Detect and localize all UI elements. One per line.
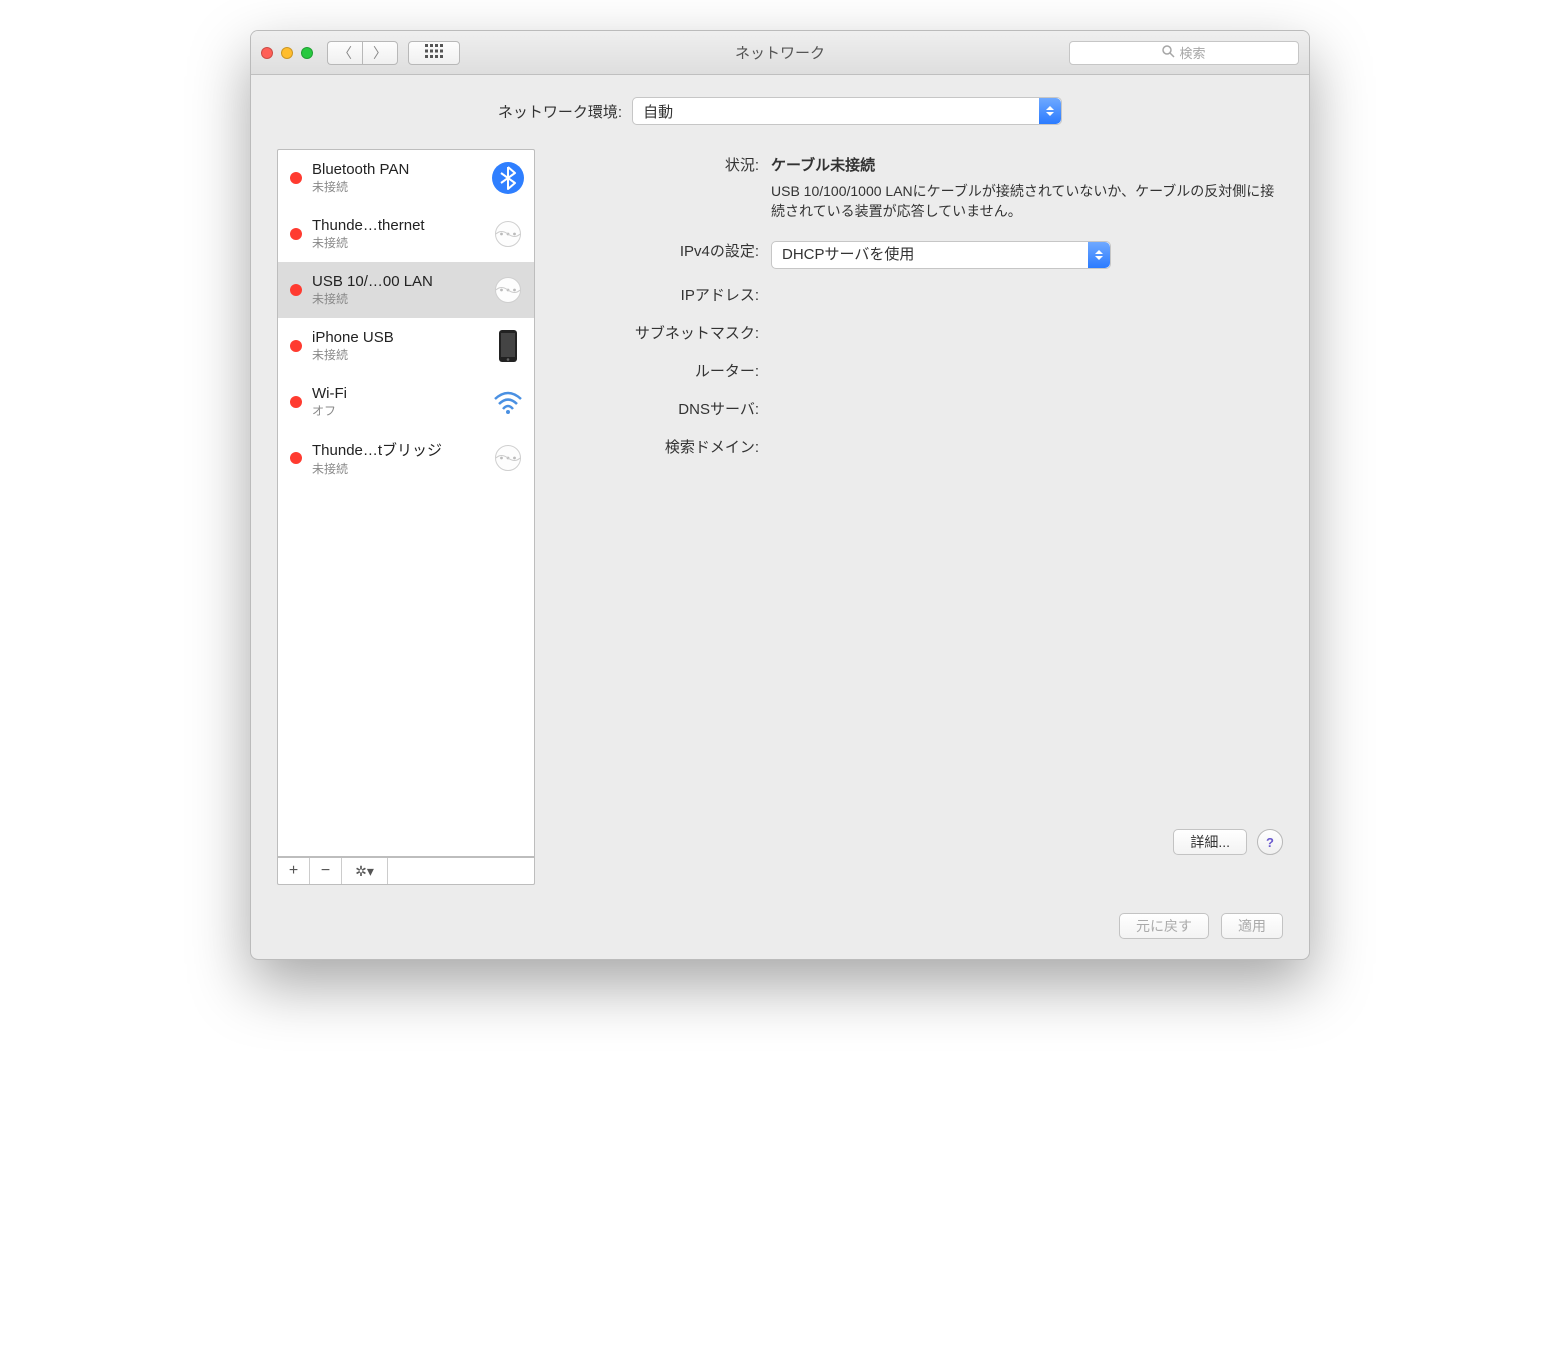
- sidebar-item-thunderbolt-ethernet[interactable]: Thunde…thernet 未接続: [278, 206, 534, 262]
- ip-address-row: IPアドレス:: [559, 285, 1283, 307]
- sidebar-item-usb-lan[interactable]: USB 10/…00 LAN 未接続: [278, 262, 534, 318]
- ipv4-label: IPv4の設定:: [559, 241, 759, 269]
- close-window-button[interactable]: [261, 47, 273, 59]
- ethernet-icon: [490, 272, 526, 308]
- sidebar-item-status: 未接続: [312, 178, 490, 195]
- sidebar-item-iphone-usb[interactable]: iPhone USB 未接続: [278, 318, 534, 374]
- search-input[interactable]: 検索: [1069, 41, 1299, 65]
- sidebar-item-status: 未接続: [312, 234, 490, 251]
- network-prefs-window: 〈 〉 ネットワーク 検索 ネットワーク環境: 自動: [250, 30, 1310, 960]
- advanced-button[interactable]: 詳細...: [1173, 829, 1247, 855]
- add-interface-button[interactable]: +: [278, 858, 310, 884]
- router-row: ルーター:: [559, 361, 1283, 383]
- plus-icon: +: [289, 862, 298, 880]
- location-label: ネットワーク環境:: [498, 101, 622, 122]
- router-label: ルーター:: [559, 361, 759, 383]
- ethernet-icon: [490, 216, 526, 252]
- sidebar-item-label: Thunde…thernet: [312, 217, 490, 234]
- router-value: [771, 361, 1283, 383]
- dns-label: DNSサーバ:: [559, 399, 759, 421]
- status-label: 状況:: [559, 155, 759, 221]
- action-menu-button[interactable]: ✲▾: [342, 858, 388, 884]
- chevron-left-icon: 〈: [338, 43, 352, 63]
- gear-icon: ✲▾: [355, 863, 374, 880]
- wifi-icon: [490, 384, 526, 420]
- ip-address-value: [771, 285, 1283, 307]
- sidebar-item-label: Thunde…tブリッジ: [312, 439, 490, 460]
- location-row: ネットワーク環境: 自動: [277, 97, 1283, 125]
- footer: 元に戻す 適用: [251, 901, 1309, 959]
- apply-button[interactable]: 適用: [1221, 913, 1283, 939]
- sidebar-item-label: Bluetooth PAN: [312, 161, 490, 178]
- sidebar-item-label: Wi-Fi: [312, 385, 490, 402]
- dns-row: DNSサーバ:: [559, 399, 1283, 421]
- show-all-button[interactable]: [408, 41, 460, 65]
- status-dot-icon: [290, 228, 302, 240]
- status-row: 状況: ケーブル未接続 USB 10/100/1000 LANにケーブルが接続さ…: [559, 155, 1283, 221]
- sidebar-item-wifi[interactable]: Wi-Fi オフ: [278, 374, 534, 430]
- sidebar-item-status: 未接続: [312, 346, 490, 363]
- detail-pane: 状況: ケーブル未接続 USB 10/100/1000 LANにケーブルが接続さ…: [559, 149, 1283, 885]
- sidebar-item-status: 未接続: [312, 290, 490, 307]
- traffic-lights: [261, 47, 313, 59]
- search-domain-row: 検索ドメイン:: [559, 437, 1283, 459]
- sidebar-item-label: USB 10/…00 LAN: [312, 273, 490, 290]
- bluetooth-icon: [490, 160, 526, 196]
- chevron-right-icon: 〉: [373, 43, 387, 63]
- status-value: ケーブル未接続: [771, 155, 1283, 177]
- sidebar-item-status: 未接続: [312, 460, 490, 477]
- subnet-value: [771, 323, 1283, 345]
- status-dot-icon: [290, 284, 302, 296]
- titlebar: 〈 〉 ネットワーク 検索: [251, 31, 1309, 75]
- search-icon: [1162, 45, 1175, 61]
- interface-list: Bluetooth PAN 未接続 Thunde…thernet 未接続: [277, 149, 535, 857]
- search-placeholder: 検索: [1179, 43, 1205, 62]
- select-stepper-icon: [1088, 242, 1110, 268]
- search-domain-value: [771, 437, 1283, 459]
- status-dot-icon: [290, 340, 302, 352]
- sidebar-wrap: Bluetooth PAN 未接続 Thunde…thernet 未接続: [277, 149, 535, 885]
- sidebar-item-label: iPhone USB: [312, 329, 490, 346]
- minimize-window-button[interactable]: [281, 47, 293, 59]
- remove-interface-button[interactable]: −: [310, 858, 342, 884]
- status-description: USB 10/100/1000 LANにケーブルが接続されていないか、ケーブルの…: [771, 181, 1283, 221]
- ip-address-label: IPアドレス:: [559, 285, 759, 307]
- subnet-label: サブネットマスク:: [559, 323, 759, 345]
- revert-button[interactable]: 元に戻す: [1119, 913, 1209, 939]
- back-button[interactable]: 〈: [327, 41, 362, 65]
- forward-button[interactable]: 〉: [362, 41, 398, 65]
- zoom-window-button[interactable]: [301, 47, 313, 59]
- location-select[interactable]: 自動: [632, 97, 1062, 125]
- status-dot-icon: [290, 396, 302, 408]
- search-domain-label: 検索ドメイン:: [559, 437, 759, 459]
- dns-value: [771, 399, 1283, 421]
- subnet-row: サブネットマスク:: [559, 323, 1283, 345]
- sidebar-item-thunderbolt-bridge[interactable]: Thunde…tブリッジ 未接続: [278, 430, 534, 486]
- ethernet-icon: [490, 440, 526, 476]
- sidebar-item-status: オフ: [312, 402, 490, 419]
- ipv4-config-select[interactable]: DHCPサーバを使用: [771, 241, 1111, 269]
- main-row: Bluetooth PAN 未接続 Thunde…thernet 未接続: [277, 149, 1283, 885]
- iphone-icon: [490, 328, 526, 364]
- minus-icon: −: [321, 862, 330, 880]
- sidebar-item-bluetooth-pan[interactable]: Bluetooth PAN 未接続: [278, 150, 534, 206]
- help-button[interactable]: ?: [1257, 829, 1283, 855]
- content-area: ネットワーク環境: 自動 Bluetooth PAN 未接続: [251, 75, 1309, 901]
- ipv4-value: DHCPサーバを使用: [782, 244, 914, 266]
- status-dot-icon: [290, 452, 302, 464]
- status-dot-icon: [290, 172, 302, 184]
- select-stepper-icon: [1039, 98, 1061, 124]
- grid-icon: [425, 44, 443, 61]
- advanced-row: 詳細... ?: [1173, 829, 1283, 855]
- ipv4-row: IPv4の設定: DHCPサーバを使用: [559, 241, 1283, 269]
- nav-buttons: 〈 〉: [327, 41, 398, 65]
- help-icon: ?: [1266, 835, 1274, 850]
- sidebar-toolbar: + − ✲▾: [277, 857, 535, 885]
- location-value: 自動: [643, 101, 673, 122]
